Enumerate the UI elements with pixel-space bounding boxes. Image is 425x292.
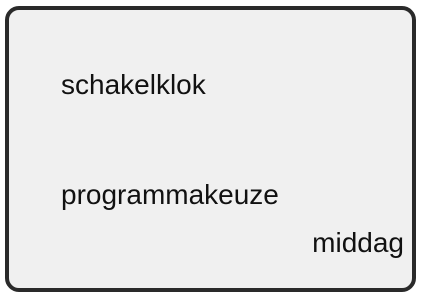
- selected-program-value: middag: [312, 227, 404, 258]
- screen-title: schakelklok: [61, 69, 206, 100]
- lcd-display-panel: schakelklok programmakeuze middag: [5, 6, 416, 292]
- menu-item-label: programmakeuze: [61, 179, 279, 210]
